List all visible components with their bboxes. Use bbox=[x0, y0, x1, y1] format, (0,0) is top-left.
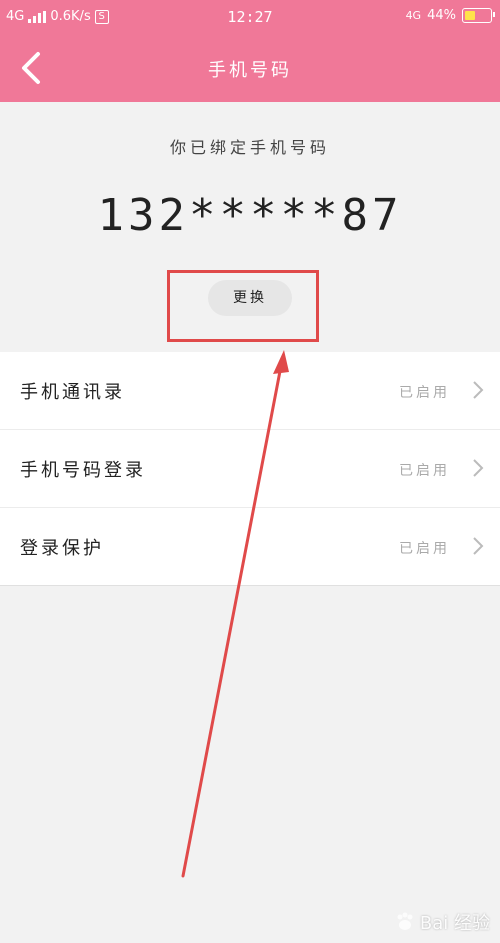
list-item-status: 已启用 bbox=[399, 463, 450, 479]
list-item-label: 手机通讯录 bbox=[20, 382, 125, 403]
paw-icon bbox=[397, 912, 413, 930]
list-item-contacts[interactable]: 手机通讯录 已启用 bbox=[0, 352, 500, 430]
watermark-text: Bai 经验 bbox=[419, 913, 490, 934]
list-item-status: 已启用 bbox=[399, 541, 450, 557]
battery-icon bbox=[462, 8, 495, 23]
status-right: 4G 44% bbox=[405, 8, 495, 23]
annotation-highlight-box bbox=[167, 270, 319, 342]
network-type-right: 4G bbox=[405, 9, 422, 22]
page-title: 手机号码 bbox=[208, 60, 292, 81]
list-item-login-protection[interactable]: 登录保护 已启用 bbox=[0, 508, 500, 586]
watermark: Bai 经验 bbox=[394, 909, 490, 935]
title-bar: 手机号码 bbox=[0, 34, 500, 102]
status-bar: 4G 0.6K/s S 12:27 4G 44% bbox=[0, 0, 500, 34]
settings-list: 手机通讯录 已启用 手机号码登录 已启用 登录保护 已启用 bbox=[0, 352, 500, 586]
chevron-right-icon bbox=[473, 381, 484, 399]
chevron-right-icon bbox=[473, 459, 484, 477]
bound-phone-caption: 你已绑定手机号码 bbox=[169, 138, 330, 157]
battery-percent: 44% bbox=[427, 8, 456, 23]
list-item-label: 手机号码登录 bbox=[20, 460, 146, 481]
chevron-right-icon bbox=[473, 537, 484, 555]
list-item-label: 登录保护 bbox=[20, 538, 104, 559]
list-item-status: 已启用 bbox=[399, 385, 450, 401]
phone-number: 132*****87 bbox=[97, 190, 403, 241]
list-item-phone-login[interactable]: 手机号码登录 已启用 bbox=[0, 430, 500, 508]
